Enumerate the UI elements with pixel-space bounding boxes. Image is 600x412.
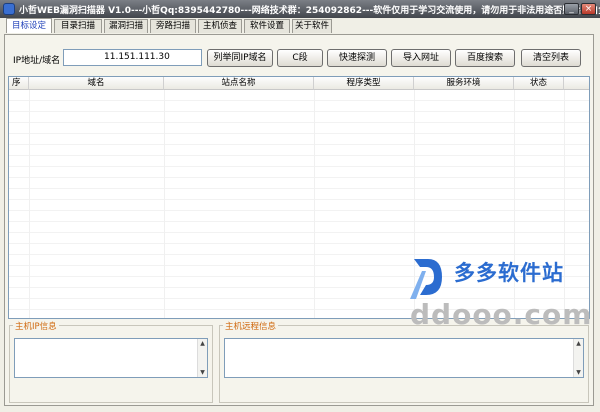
quick-probe-button[interactable]: 快速探测 xyxy=(327,49,387,67)
window-title: 小哲WEB漏洞扫描器 V1.0---小哲Qq:8395442780---网络技术… xyxy=(19,6,600,16)
column-header-status[interactable]: 状态 xyxy=(514,77,564,90)
import-url-button[interactable]: 导入网址 xyxy=(391,49,451,67)
column-header-index[interactable]: 序 xyxy=(9,77,29,90)
host-remote-info-scrollbar[interactable]: ▲ ▼ xyxy=(573,339,583,377)
column-header-server-env[interactable]: 服务环境 xyxy=(414,77,514,90)
host-remote-info-title: 主机远程信息 xyxy=(223,320,279,332)
tab-target-setting[interactable]: 目标设定 xyxy=(6,18,52,33)
list-same-ip-button[interactable]: 列举同IP域名 xyxy=(207,49,273,67)
tab-software-settings[interactable]: 软件设置 xyxy=(244,19,290,33)
title-bar[interactable]: 小哲WEB漏洞扫描器 V1.0---小哲Qq:8395442780---网络技术… xyxy=(0,0,600,18)
scroll-up-icon[interactable]: ▲ xyxy=(198,339,207,348)
tab-directory-scan[interactable]: 目录扫描 xyxy=(54,19,102,33)
baidu-search-button[interactable]: 百度搜索 xyxy=(455,49,515,67)
c-segment-button[interactable]: C段 xyxy=(277,49,323,67)
column-divider xyxy=(314,90,315,318)
tab-about[interactable]: 关于软件 xyxy=(292,19,332,33)
ddooo-logo-icon xyxy=(410,259,442,299)
column-header-program-type[interactable]: 程序类型 xyxy=(314,77,414,90)
host-remote-info-textarea[interactable]: ▲ ▼ xyxy=(224,338,584,378)
scroll-down-icon[interactable]: ▼ xyxy=(574,368,583,377)
column-header-domain[interactable]: 域名 xyxy=(29,77,164,90)
scroll-down-icon[interactable]: ▼ xyxy=(198,368,207,377)
column-header-filler xyxy=(564,77,589,90)
host-ip-info-textarea[interactable]: ▲ ▼ xyxy=(14,338,208,378)
host-ip-info-scrollbar[interactable]: ▲ ▼ xyxy=(197,339,207,377)
scroll-up-icon[interactable]: ▲ xyxy=(574,339,583,348)
target-setting-panel: IP地址/域名 11.151.111.30 列举同IP域名 C段 快速探测 导入… xyxy=(4,34,594,406)
tab-sidenote-scan[interactable]: 旁路扫描 xyxy=(150,19,196,33)
tab-vulnerability-scan[interactable]: 漏洞扫描 xyxy=(104,19,148,33)
tab-host-recon[interactable]: 主机侦查 xyxy=(198,19,242,33)
ip-domain-label: IP地址/域名 xyxy=(13,56,61,66)
host-ip-info-title: 主机IP信息 xyxy=(13,320,59,332)
app-icon xyxy=(3,3,15,15)
host-ip-info-group: 主机IP信息 ▲ ▼ xyxy=(9,320,213,403)
column-header-site-name[interactable]: 站点名称 xyxy=(164,77,314,90)
watermark-cn-text: 多多软件站 xyxy=(454,261,564,285)
close-button[interactable]: × xyxy=(581,3,596,15)
clear-list-button[interactable]: 清空列表 xyxy=(521,49,581,67)
column-divider xyxy=(29,90,30,318)
column-divider xyxy=(164,90,165,318)
ip-domain-input[interactable]: 11.151.111.30 xyxy=(63,49,202,66)
minimize-button[interactable]: _ xyxy=(564,3,579,15)
host-remote-info-group: 主机远程信息 ▲ ▼ xyxy=(219,320,589,403)
